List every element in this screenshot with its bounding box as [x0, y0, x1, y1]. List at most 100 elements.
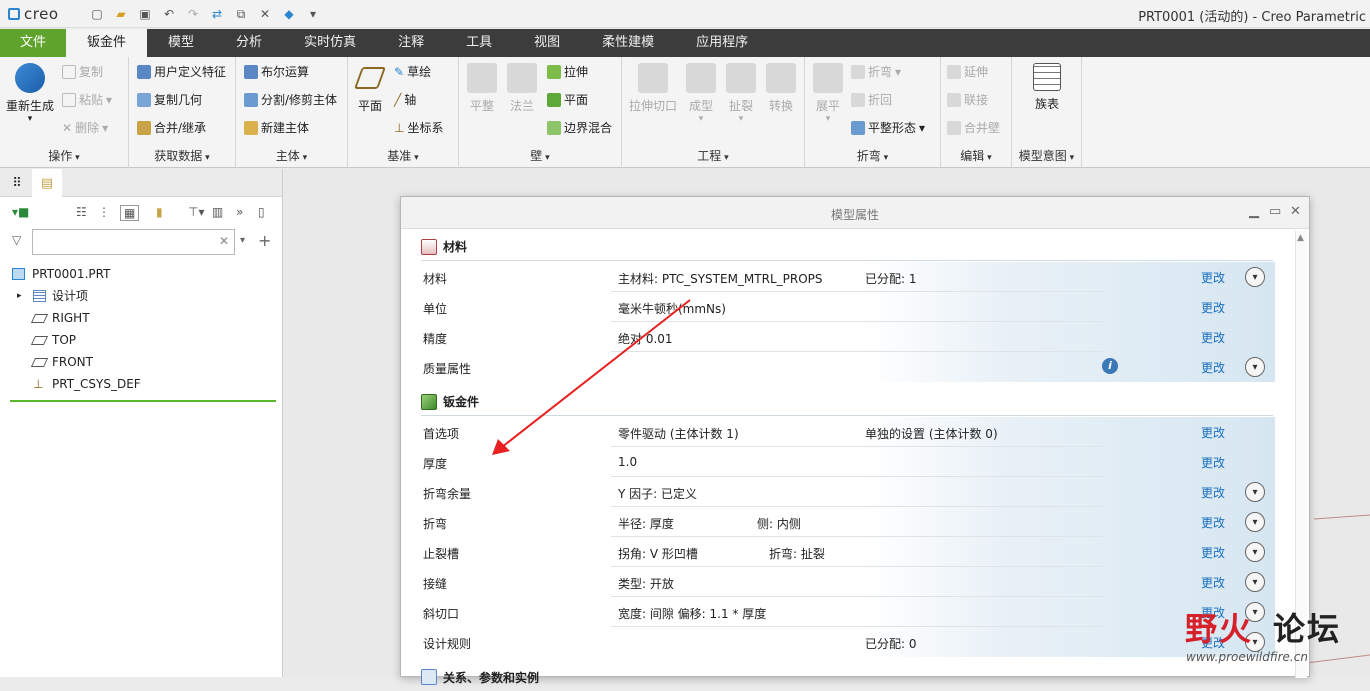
group-label-body[interactable]: 主体 [236, 147, 347, 164]
form-button[interactable]: 成型 ▾ [686, 63, 716, 124]
close-window-icon[interactable]: ✕ [256, 5, 274, 23]
csys-button[interactable]: ⊥ 坐标系 [394, 119, 443, 136]
insert-here-line[interactable] [10, 400, 276, 402]
tab-live-simulation[interactable]: 实时仿真 [283, 29, 377, 57]
group-label-engineering[interactable]: 工程 [622, 147, 804, 164]
group-label-bend[interactable]: 折弯 [805, 147, 940, 164]
minimize-icon[interactable]: ▁ [1249, 204, 1259, 219]
expand-chevron-icon[interactable]: ▾ [1245, 572, 1265, 592]
filter-dropdown-icon[interactable]: ▾ [240, 235, 245, 246]
windows-icon[interactable]: ⧉ [232, 5, 250, 23]
tree-columns-icon[interactable]: ⋮ [98, 205, 110, 219]
extend-button[interactable]: 延伸 [947, 63, 988, 80]
expand-chevron-icon[interactable]: ▾ [1245, 267, 1265, 287]
tree-search-input[interactable] [32, 229, 235, 255]
change-link[interactable]: 更改 [1201, 544, 1225, 561]
tree-item-front[interactable]: FRONT [0, 351, 283, 373]
group-label-wall[interactable]: 壁 [459, 147, 621, 164]
datum-plane-button[interactable]: 平面 [353, 63, 387, 114]
paste-button[interactable]: 粘贴 ▾ [62, 91, 112, 108]
expand-chevron-icon[interactable]: ▾ [1245, 542, 1265, 562]
close-icon[interactable]: ✕ [1290, 204, 1301, 219]
tab-view[interactable]: 视图 [513, 29, 581, 57]
group-label-datum[interactable]: 基准 [348, 147, 458, 164]
change-link[interactable]: 更改 [1201, 424, 1225, 441]
regenerate-button[interactable]: 重新生成 ▾ [4, 63, 56, 124]
tree-item-design-items[interactable]: ▸ 设计项 [0, 285, 283, 307]
new-body-button[interactable]: 新建主体 [244, 119, 309, 136]
settings-icon[interactable]: ◆ [280, 5, 298, 23]
udf-button[interactable]: 用户定义特征 [137, 63, 226, 80]
redo-icon[interactable]: ↷ [184, 5, 202, 23]
boolean-button[interactable]: 布尔运算 [244, 63, 309, 80]
tab-applications[interactable]: 应用程序 [675, 29, 769, 57]
join-button[interactable]: 联接 [947, 91, 988, 108]
bend-back-button[interactable]: 折回 [851, 91, 892, 108]
flat-pattern-button[interactable]: 平整形态 ▾ [851, 119, 925, 136]
flat-wall-button[interactable]: 平整 [467, 63, 497, 114]
tab-model[interactable]: 模型 [147, 29, 215, 57]
notes-icon[interactable]: ▯ [258, 205, 265, 219]
change-link[interactable]: 更改 [1201, 329, 1225, 346]
more-icon[interactable]: » [236, 205, 243, 219]
expand-chevron-icon[interactable]: ▾ [1245, 357, 1265, 377]
family-table-button[interactable]: 族表 [1032, 63, 1062, 112]
tab-flexible-modeling[interactable]: 柔性建模 [581, 29, 675, 57]
tree-settings-icon[interactable]: ▦ [120, 205, 140, 221]
change-link[interactable]: 更改 [1201, 299, 1225, 316]
change-link[interactable]: 更改 [1201, 359, 1225, 376]
expand-chevron-icon[interactable]: ▾ [1245, 512, 1265, 532]
boundary-blend-button[interactable]: 边界混合 [547, 119, 612, 136]
maximize-icon[interactable]: ▭ [1269, 204, 1281, 219]
merge-inherit-button[interactable]: 合并/继承 [137, 119, 206, 136]
delete-button[interactable]: ✕ 删除 ▾ [62, 119, 108, 136]
undo-icon[interactable]: ↶ [160, 5, 178, 23]
layers-icon[interactable]: ▥ [212, 205, 223, 219]
model-tree-tab-icon[interactable]: ⠿ [2, 169, 32, 197]
group-label-get-data[interactable]: 获取数据 [129, 147, 235, 164]
folder-browser-tab-icon[interactable]: ▤ [32, 169, 62, 197]
model-display-icon[interactable]: ▾■ [12, 205, 29, 219]
planar-button[interactable]: 平面 [547, 91, 588, 108]
change-link[interactable]: 更改 [1201, 454, 1225, 471]
customize-icon[interactable]: ▾ [304, 5, 322, 23]
tab-annotate[interactable]: 注释 [377, 29, 445, 57]
open-icon[interactable]: ▰ [112, 5, 130, 23]
add-filter-icon[interactable]: + [258, 231, 271, 250]
expand-arrow-icon[interactable]: ▸ [17, 285, 22, 307]
merge-wall-button[interactable]: 合并壁 [947, 119, 1000, 136]
group-label-edit[interactable]: 编辑 [941, 147, 1011, 164]
change-link[interactable]: 更改 [1201, 484, 1225, 501]
show-icon[interactable]: ⊤▾ [188, 205, 204, 219]
group-label-model-intent[interactable]: 模型意图 [1012, 147, 1081, 164]
bend-button[interactable]: 折弯 ▾ [851, 63, 901, 80]
convert-button[interactable]: 转换 [766, 63, 796, 114]
change-link[interactable]: 更改 [1201, 269, 1225, 286]
tree-filter-icon[interactable]: ☷ [76, 205, 87, 219]
tree-item-csys[interactable]: ⊥ PRT_CSYS_DEF [0, 373, 283, 395]
extrude-cut-button[interactable]: 拉伸切口 [628, 63, 678, 114]
copy-geometry-button[interactable]: 复制几何 [137, 91, 202, 108]
bookmark-icon[interactable]: ▮ [156, 205, 163, 219]
expand-chevron-icon[interactable]: ▾ [1245, 482, 1265, 502]
change-link[interactable]: 更改 [1201, 514, 1225, 531]
regenerate-icon[interactable]: ⇄ [208, 5, 226, 23]
scroll-up-icon[interactable]: ▲ [1297, 233, 1304, 243]
tab-analysis[interactable]: 分析 [215, 29, 283, 57]
change-link[interactable]: 更改 [1201, 574, 1225, 591]
tab-file[interactable]: 文件 [0, 29, 67, 57]
copy-button[interactable]: 复制 [62, 63, 103, 80]
sketch-button[interactable]: ✎ 草绘 [394, 63, 431, 80]
axis-button[interactable]: ╱ 轴 [394, 91, 416, 108]
info-icon[interactable]: i [1102, 358, 1118, 374]
unbend-button[interactable]: 展平 ▾ [813, 63, 843, 124]
flange-wall-button[interactable]: 法兰 [507, 63, 537, 114]
extrude-button[interactable]: 拉伸 [547, 63, 588, 80]
tab-sheetmetal[interactable]: 钣金件 [66, 29, 148, 57]
clear-icon[interactable]: ✕ [219, 234, 229, 248]
new-icon[interactable]: ▢ [88, 5, 106, 23]
tree-item-right[interactable]: RIGHT [0, 307, 283, 329]
split-trim-body-button[interactable]: 分割/修剪主体 [244, 91, 337, 108]
group-label-operations[interactable]: 操作 [0, 147, 128, 164]
tree-root-part[interactable]: PRT0001.PRT [0, 263, 283, 285]
